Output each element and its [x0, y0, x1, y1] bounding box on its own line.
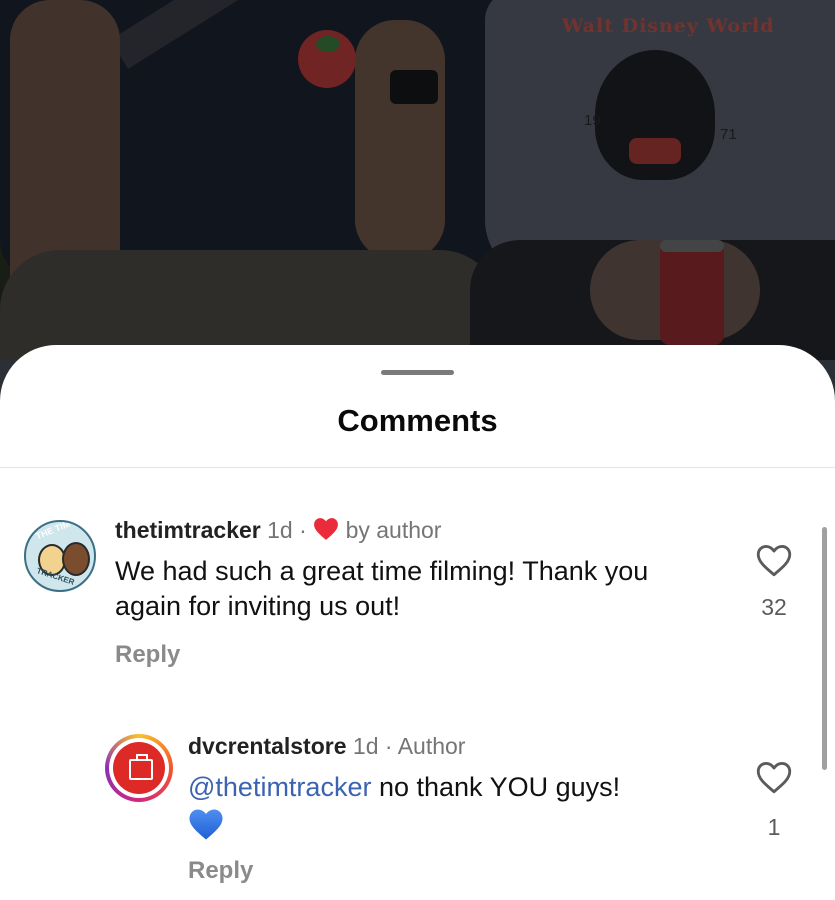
avatar-logo	[113, 742, 165, 794]
post-photo-background: Walt Disney World 19 71	[0, 0, 835, 360]
like-count: 1	[767, 814, 781, 840]
comment-username[interactable]: thetimtracker	[115, 517, 261, 543]
like-comment-button[interactable]: 1	[744, 761, 804, 841]
reply-button[interactable]: Reply	[188, 857, 253, 885]
avatar-thetimtracker[interactable]: THE TIM TRACKER	[24, 520, 96, 592]
avatar-ring	[109, 738, 169, 798]
scrollbar[interactable]	[822, 527, 827, 770]
comment-username[interactable]: dvcrentalstore	[188, 733, 347, 759]
avatar-dvcrentalstore[interactable]	[105, 734, 173, 802]
comment-header: thetimtracker 1d · by author	[115, 517, 441, 544]
comment-age: 1d	[352, 733, 379, 759]
reply-button[interactable]: Reply	[115, 641, 180, 669]
comment-text: @thetimtracker no thank YOU guys!	[188, 770, 748, 805]
comment-text-content: no thank YOU guys!	[378, 772, 621, 802]
liked-by-author-label: by author	[345, 517, 442, 543]
sheet-drag-handle[interactable]	[381, 370, 454, 375]
avatar-face-right	[62, 542, 90, 576]
heart-outline-icon[interactable]	[756, 761, 792, 794]
comment-header: dvcrentalstore 1d · Author	[188, 733, 465, 760]
avatar-ring-text-top: THE TIM	[34, 520, 72, 542]
suitcase-icon	[129, 754, 153, 780]
mention-link[interactable]: @thetimtracker	[188, 772, 371, 802]
comment-age: 1d	[267, 517, 293, 543]
separator-dot: ·	[384, 733, 393, 759]
comment-text: We had such a great time filming! Thank …	[115, 556, 649, 621]
comments-sheet: Comments THE TIM TRACKER thetimtracker 1…	[0, 345, 835, 900]
author-badge: Author	[397, 733, 466, 759]
dim-overlay[interactable]	[0, 0, 835, 360]
like-count: 32	[761, 594, 787, 620]
like-comment-button[interactable]: 32	[744, 544, 804, 621]
blue-heart-emoji-icon	[189, 809, 223, 840]
header-divider	[0, 467, 835, 468]
separator-dot: ·	[299, 517, 307, 543]
sheet-title: Comments	[337, 403, 498, 438]
author-liked-heart-icon	[314, 518, 339, 540]
heart-outline-icon[interactable]	[756, 544, 792, 577]
